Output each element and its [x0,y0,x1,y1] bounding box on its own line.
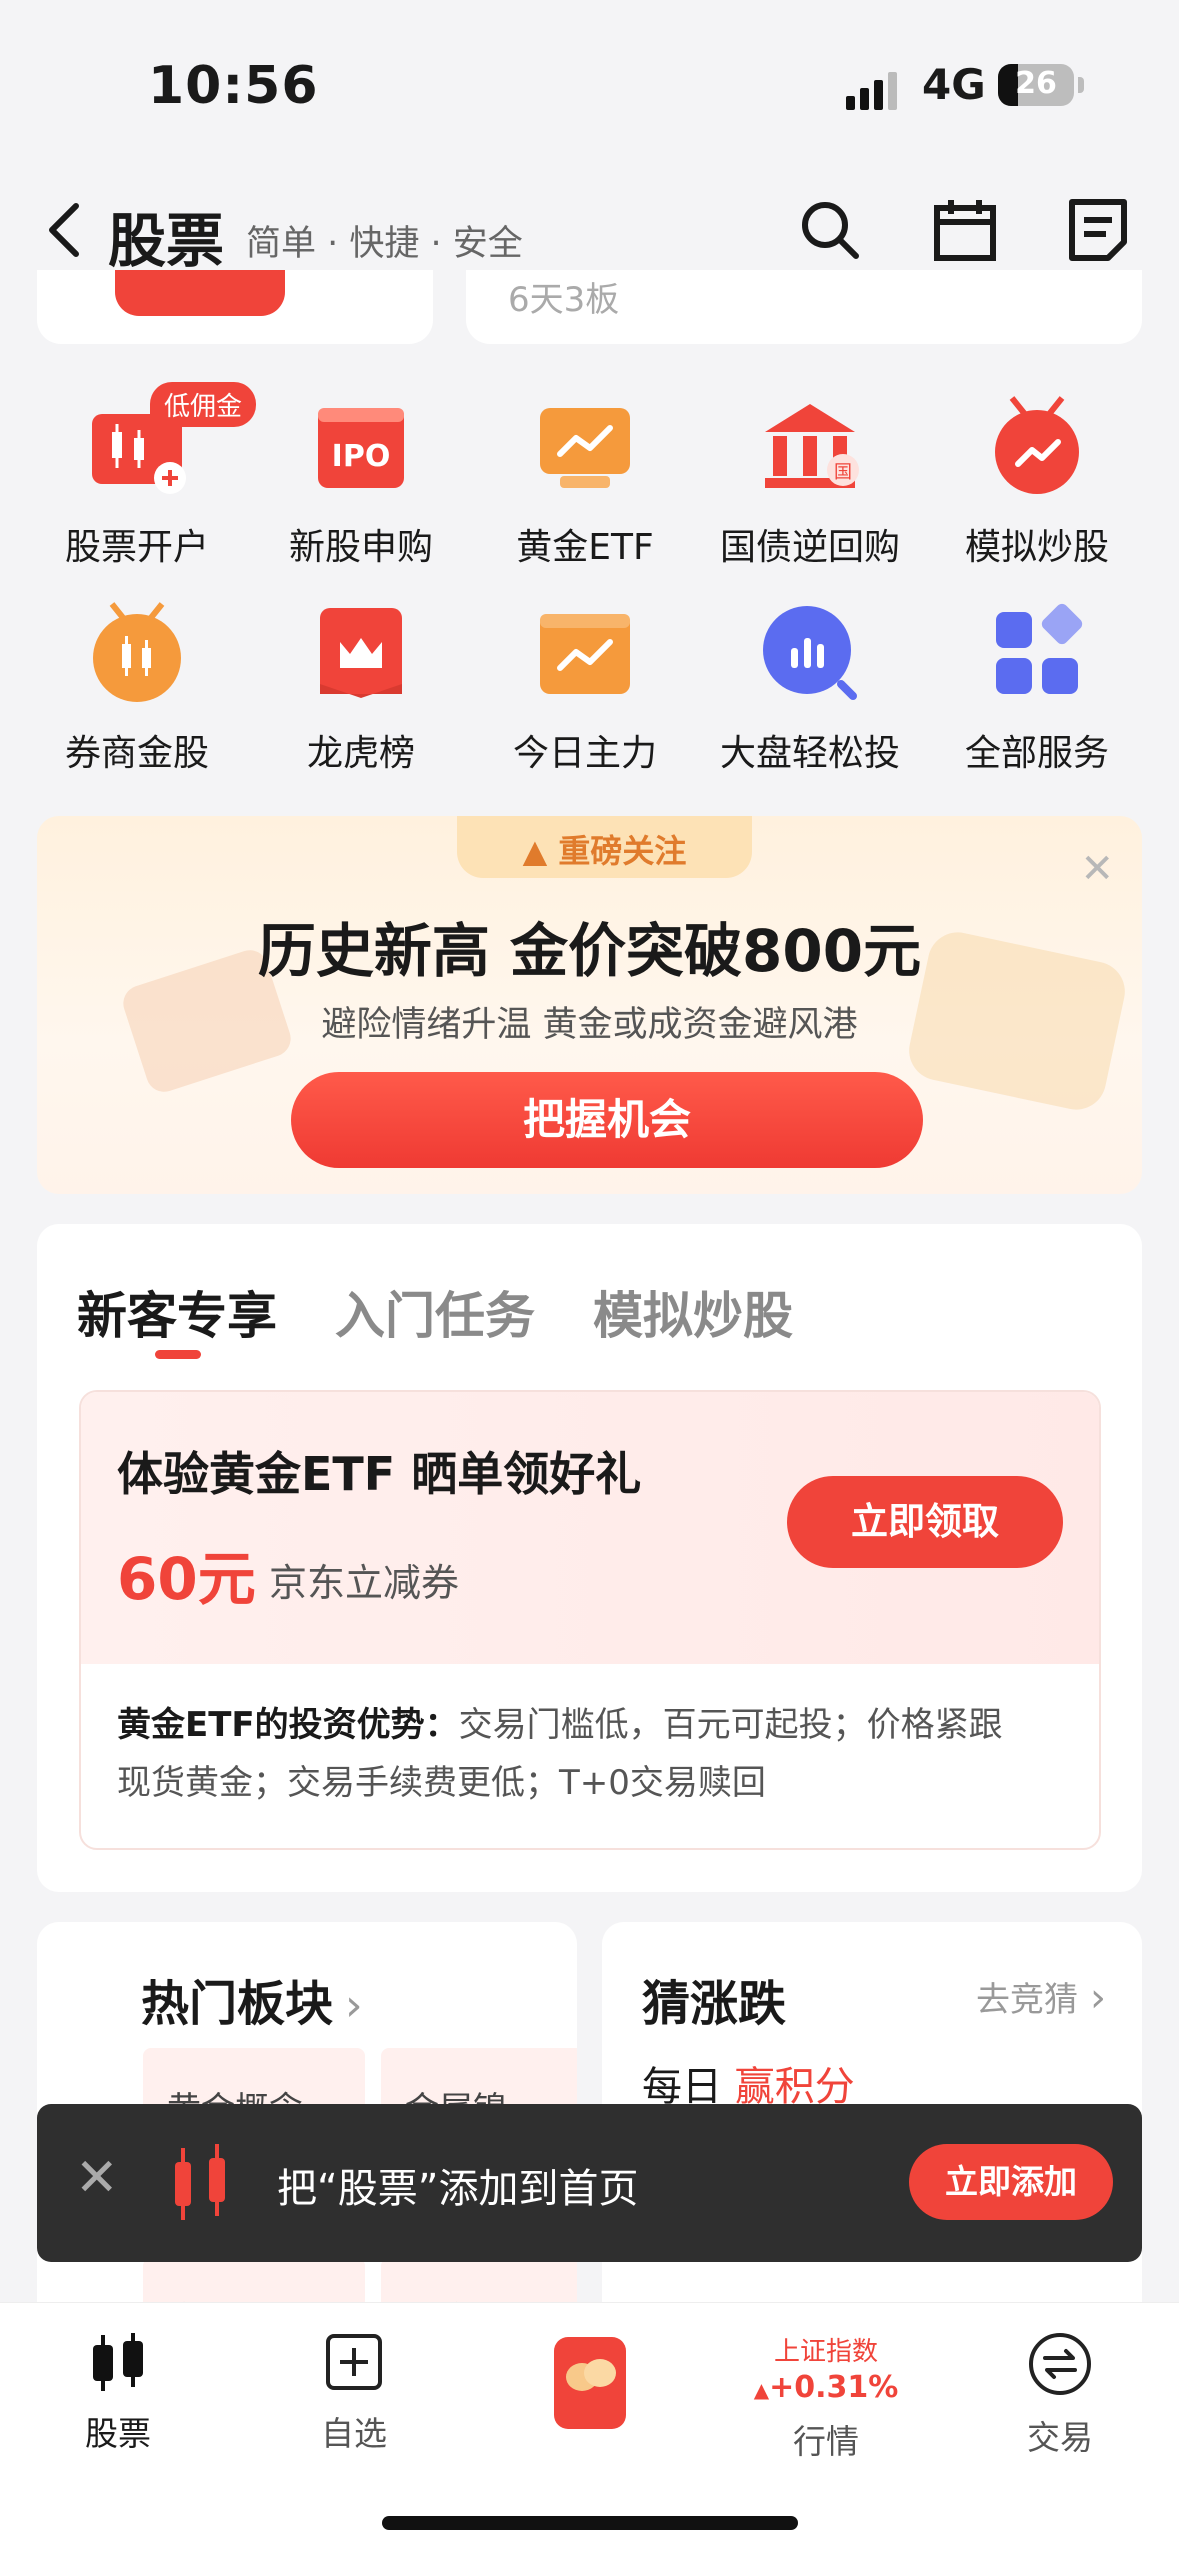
hot-sectors-title-text: 热门板块 [141,1976,334,2032]
page-title: 股票 [108,207,225,275]
nav-label: 股票 [85,2414,151,2453]
ipo-icon-text: IPO [332,439,391,474]
broker-medal-icon [93,602,181,702]
exchange-icon [1029,2333,1091,2395]
calendar-icon[interactable] [929,194,1001,266]
close-icon[interactable]: ✕ [1080,846,1114,892]
battery-level: 26 [1015,66,1057,101]
banner-subline: 避险情绪升温 黄金或成资金避风港 [321,1005,858,1045]
service-label: 新股申购 [288,527,433,568]
chevron-right-icon: › [1090,1975,1106,2021]
newcomer-card: 新客专享 入门任务 模拟炒股 体验黄金ETF 晒单领好礼 60元 京东立减券 立… [37,1224,1142,1892]
service-main-force[interactable]: 今日主力 [473,598,697,776]
low-commission-badge: 低佣金 [150,382,257,427]
cut-card-left[interactable] [37,270,433,344]
bank-icon-text: 国 [834,462,852,483]
trend-medal-icon [995,396,1079,494]
home-indicator [382,2516,798,2530]
index-value: ▲+0.31% [726,2370,926,2405]
status-bar: 10:56 4G 26 [0,0,1179,170]
nav-label: 行情 [793,2422,859,2461]
service-simulated-trading[interactable]: 模拟炒股 [925,392,1149,570]
service-label: 今日主力 [512,733,657,774]
nav-red-envelope[interactable] [490,2331,690,2435]
status-time: 10:56 [148,56,319,116]
service-label: 国债逆回购 [719,527,900,568]
toast-message: 把“股票”添加到首页 [277,2166,639,2212]
nav-trade[interactable]: 交易 [960,2331,1160,2459]
add-now-button[interactable]: 立即添加 [909,2144,1113,2220]
hot-sectors-title[interactable]: 热门板块 › [141,1964,363,2034]
gold-etf-promo[interactable]: 体验黄金ETF 晒单领好礼 60元 京东立减券 立即领取 黄金ETF的投资优势：… [79,1390,1101,1850]
nav-label: 交易 [1027,2418,1093,2457]
nav-label: 自选 [321,2414,387,2453]
promo-amount-label: 京东立减券 [269,1561,460,1605]
banner-tag-text: 重磅关注 [558,832,687,870]
service-label: 全部服务 [964,733,1109,774]
up-arrow-icon: ▲ [753,2378,770,2402]
tab-indicator [155,1350,201,1359]
nav-market[interactable]: 上证指数 ▲+0.31% 行情 [726,2331,926,2463]
service-broker-stocks[interactable]: 券商金股 [25,598,249,776]
ipo-icon: IPO [318,408,404,488]
service-all[interactable]: 全部服务 [925,598,1149,776]
service-label: 股票开户 [64,527,209,568]
service-label: 龙虎榜 [306,733,415,774]
back-icon[interactable] [40,200,90,260]
service-label: 模拟炒股 [964,527,1109,568]
service-dragon-tiger[interactable]: 龙虎榜 [249,598,473,776]
close-icon[interactable]: ✕ [75,2148,119,2208]
network-type: 4G [922,60,986,109]
service-reverse-repo[interactable]: 国 国债逆回购 [698,392,922,570]
index-value-text: +0.31% [769,2370,899,2405]
gold-chart-icon [540,408,630,488]
service-easy-invest[interactable]: 大盘轻松投 [698,598,922,776]
service-label: 券商金股 [64,733,209,774]
service-label: 大盘轻松投 [719,733,900,774]
gold-banner[interactable]: ▲ 重磅关注 ✕ 历史新高 金价突破800元 避险情绪升温 黄金或成资金避风港 … [37,816,1142,1194]
crown-board-icon [320,608,402,698]
seize-opportunity-button[interactable]: 把握机会 [291,1072,923,1168]
add-square-icon [326,2334,382,2390]
guess-link[interactable]: 去竞猜 › [976,1972,1106,2021]
index-name: 上证指数 [773,2337,878,2367]
guess-title: 猜涨跌 [642,1976,787,2032]
service-gold-etf[interactable]: 黄金ETF [473,392,697,570]
battery-tip [1078,77,1084,93]
tab-simulated-trading[interactable]: 模拟炒股 [593,1276,793,1348]
service-label: 黄金ETF [516,527,654,568]
cut-card-button[interactable] [115,270,285,316]
promo-amount: 60元 [117,1545,256,1613]
calendar-trend-icon [540,614,630,694]
add-to-home-toast: ✕ 把“股票”添加到首页 立即添加 [37,2104,1142,2262]
promo-desc-bold: 黄金ETF的投资优势： [117,1705,459,1745]
promo-title: 体验黄金ETF 晒单领好礼 [117,1447,642,1501]
claim-now-button[interactable]: 立即领取 [787,1476,1063,1568]
nav-stocks[interactable]: 股票 [18,2331,218,2455]
chevron-right-icon: › [345,1980,363,2031]
promo-description: 黄金ETF的投资优势：交易门槛低，百元可起投；价格紧跟现货黄金；交易手续费更低；… [117,1696,1017,1812]
banner-headline: 历史新高 金价突破800元 [257,917,922,985]
banner-tag: ▲ 重磅关注 [457,816,752,878]
gold-bars-icon: ▲ [522,832,559,870]
guess-link-text: 去竞猜 [976,1980,1078,2020]
document-icon[interactable] [1062,194,1134,266]
red-envelope-icon [554,2337,626,2429]
search-icon[interactable] [794,194,866,266]
battery-icon: 26 [998,64,1074,106]
bank-icon: 国 [765,404,859,488]
cut-card-text: 6天3板 [508,280,620,320]
tab-new-customer[interactable]: 新客专享 [77,1276,277,1348]
service-ipo[interactable]: IPO 新股申购 [249,392,473,570]
tab-beginner-tasks[interactable]: 入门任务 [335,1276,535,1348]
candlestick-icon [93,2333,143,2391]
bar-search-icon [763,606,857,700]
nav-watchlist[interactable]: 自选 [254,2331,454,2455]
page-subtitle: 简单 · 快捷 · 安全 [246,224,523,264]
grid-apps-icon [996,603,1083,694]
candlestick-icon [175,2144,225,2220]
signal-icon [846,72,897,110]
